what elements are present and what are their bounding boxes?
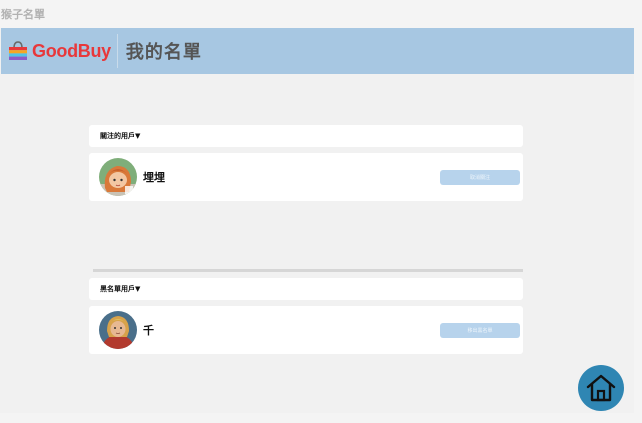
user-name: 千 (143, 324, 154, 337)
followed-section-header[interactable]: 關注的用戶▼ (89, 125, 523, 147)
avatar[interactable] (99, 311, 137, 349)
user-name: 埋埋 (143, 171, 165, 184)
avatar-image (99, 158, 137, 196)
blacklist-section-header[interactable]: 黑名單用戶▼ (89, 278, 523, 300)
page-title: 我的名單 (125, 42, 202, 63)
blacklist-user-card: 千 移出黑名單 (89, 306, 523, 354)
avatar-image (99, 311, 137, 349)
remove-from-blacklist-button[interactable]: 移出黑名單 (440, 322, 520, 338)
header-divider (116, 34, 118, 68)
followed-user-card: 埋埋 取消關注 (89, 153, 523, 201)
app-window: 猴子名單 GoodBuy 我的名單 關注的用戶▼ 埋埋 取消關注 黑名單用戶▼ … (0, 0, 642, 423)
home-icon (586, 374, 616, 402)
shopping-bag-icon (9, 41, 27, 60)
logo-text: GoodBuy (32, 40, 111, 61)
main-content: GoodBuy 我的名單 關注的用戶▼ 埋埋 取消關注 黑名單用戶▼ 千 移出黑… (0, 28, 634, 413)
header-bar: GoodBuy 我的名單 (1, 28, 634, 74)
window-title: 猴子名單 (1, 8, 45, 21)
unfollow-button[interactable]: 取消關注 (440, 169, 520, 185)
section-divider (93, 269, 523, 272)
blacklist-section-label: 黑名單用戶▼ (100, 285, 141, 293)
goodbuy-logo[interactable]: GoodBuy (7, 28, 111, 74)
home-button[interactable] (578, 365, 624, 411)
avatar[interactable] (99, 158, 137, 196)
followed-section-label: 關注的用戶▼ (100, 132, 141, 140)
